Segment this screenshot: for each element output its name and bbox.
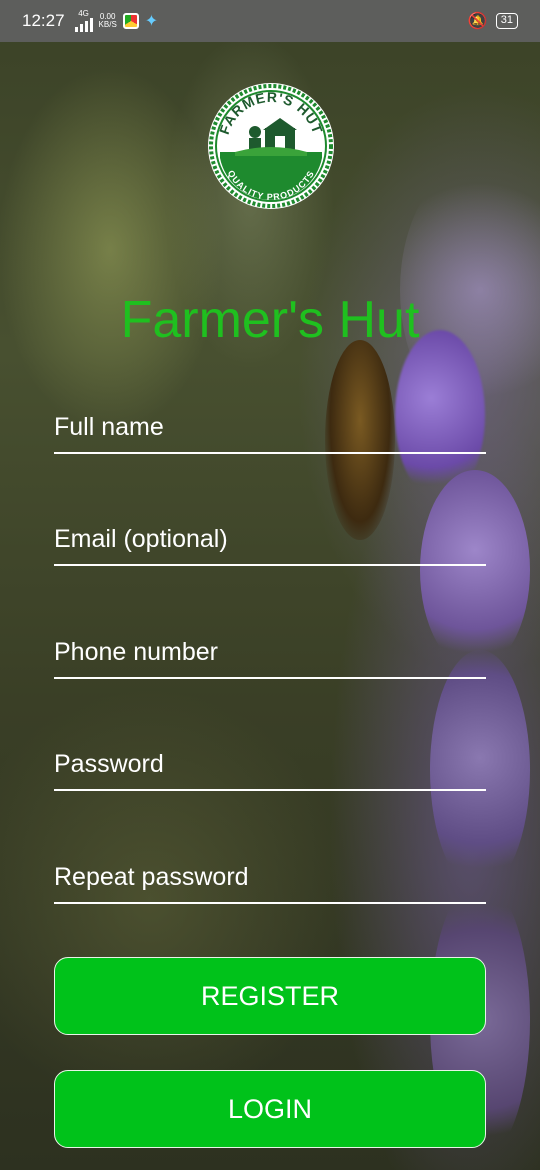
games-icon: ✦ (144, 13, 159, 30)
network-type: 4G (78, 9, 89, 18)
farmers-hut-logo: FARMER'S HUT QUALITY PRODUCTS (208, 83, 334, 209)
phone-field[interactable] (54, 627, 486, 679)
repeat-password-field[interactable] (54, 852, 486, 904)
password-input[interactable] (54, 739, 486, 789)
network-indicator: 4G 0.00 KB/S ✦ (74, 9, 159, 32)
phone-input[interactable] (54, 627, 486, 677)
data-speed-unit: KB/S (98, 20, 117, 29)
app-title: Farmer's Hut (120, 291, 420, 349)
password-field[interactable] (54, 739, 486, 791)
email-input[interactable] (54, 514, 486, 564)
full-name-field[interactable] (54, 402, 486, 454)
repeat-password-input[interactable] (54, 852, 486, 902)
vibrate-icon: 🔕 (467, 13, 488, 30)
battery-level: 31 (500, 14, 513, 26)
chrome-icon (122, 13, 139, 29)
email-field[interactable] (54, 514, 486, 566)
login-button[interactable]: LOGIN (54, 1070, 486, 1148)
signal-icon: 4G (74, 9, 93, 32)
status-time: 12:27 (22, 11, 65, 30)
register-button[interactable]: REGISTER (54, 957, 486, 1035)
status-bar: 12:27 4G 0.00 KB/S ✦ 🔕 31 (0, 0, 540, 42)
full-name-input[interactable] (54, 402, 486, 452)
battery-icon: 31 (495, 13, 518, 29)
data-speed: 0.00 KB/S (99, 13, 117, 29)
